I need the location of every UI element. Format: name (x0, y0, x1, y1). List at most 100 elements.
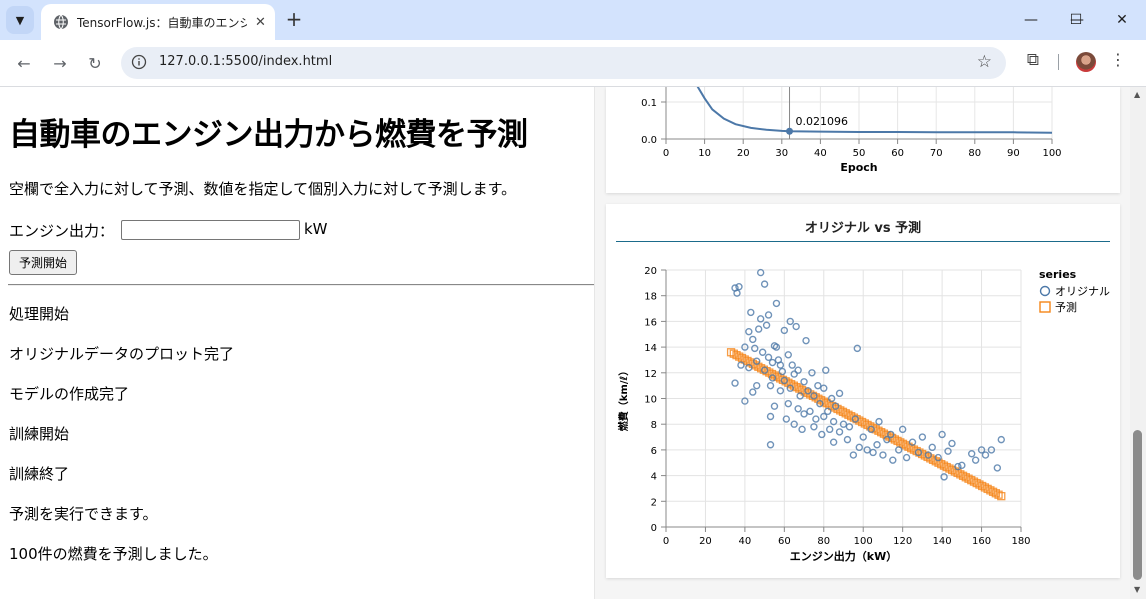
original-point (758, 348, 767, 356)
original-point (764, 311, 773, 319)
toolbar-separator (1058, 54, 1059, 70)
scatter-y-tick-label: 6 (651, 446, 657, 457)
original-point (944, 447, 952, 455)
extensions-puzzle-icon[interactable]: ⧉ (1022, 50, 1044, 72)
scrollbar-thumb[interactable] (1133, 430, 1142, 580)
original-point (731, 379, 739, 387)
scatter-x-tick-label: 0 (663, 536, 669, 547)
page-description: 空欄で全入力に対して予測、数値を指定して個別入力に対して予測します。 (9, 180, 517, 198)
scatter-y-tick-label: 20 (644, 266, 657, 277)
log-line: モデルの作成完了 (9, 385, 130, 403)
log-line: 予測を実行できます。 (9, 505, 158, 523)
loss-x-tick-label: 80 (968, 148, 981, 159)
scatter-x-tick-label: 100 (854, 536, 873, 547)
engine-output-input[interactable] (121, 220, 300, 240)
bookmark-star-icon[interactable]: ☆ (977, 52, 992, 72)
globe-icon (54, 14, 68, 30)
original-point (835, 389, 844, 398)
scatter-x-tick-label: 140 (933, 536, 952, 547)
close-icon[interactable]: ✕ (255, 15, 266, 30)
original-point (798, 425, 806, 434)
loss-tooltip-point (786, 127, 794, 135)
scatter-y-tick-label: 18 (644, 292, 657, 303)
chevron-down-icon: ▼ (15, 13, 25, 27)
original-point (788, 361, 796, 369)
info-icon[interactable] (131, 54, 147, 70)
tab-title: TensorFlow.js：自動車のエンジン (77, 15, 247, 30)
new-tab-button[interactable]: + (283, 8, 305, 30)
loss-x-tick-label: 30 (775, 148, 788, 159)
engine-output-label: エンジン出力： (9, 222, 115, 240)
loss-x-tick-label: 70 (930, 148, 943, 159)
profile-avatar[interactable] (1076, 52, 1096, 72)
scatter-y-axis-title: 燃費（km/ℓ） (617, 366, 630, 431)
original-point (802, 336, 810, 345)
scatter-x-tick-label: 80 (817, 536, 830, 547)
original-point (981, 451, 990, 459)
legend-title: series (1039, 268, 1077, 281)
original-point (993, 464, 1002, 472)
original-point (762, 321, 771, 329)
original-point (792, 322, 800, 331)
original-point (800, 378, 808, 386)
original-point (889, 456, 897, 464)
page-scrollbar[interactable]: ▲ ▼ (1130, 87, 1146, 599)
scatter-x-tick-label: 120 (893, 536, 912, 547)
page-title: 自動車のエンジン出力から燃費を予測 (9, 117, 528, 153)
scatter-x-tick-label: 180 (1011, 536, 1030, 547)
original-point (749, 335, 757, 344)
original-point (997, 435, 1005, 444)
loss-x-tick-label: 0 (663, 148, 669, 159)
close-window-button[interactable]: ✕ (1099, 0, 1145, 40)
original-point (768, 358, 777, 367)
legend-original-label: オリジナル (1055, 285, 1110, 298)
scroll-up-arrow-icon[interactable]: ▲ (1134, 90, 1140, 99)
scatter-y-tick-label: 4 (651, 472, 657, 483)
original-point (772, 299, 781, 308)
scroll-down-arrow-icon[interactable]: ▼ (1134, 585, 1140, 594)
legend-prediction-symbol (1039, 301, 1051, 313)
original-point (849, 451, 858, 459)
original-point (753, 381, 761, 390)
original-point (745, 327, 753, 336)
log-line: 100件の燃費を予測しました。 (9, 545, 218, 563)
legend-prediction-label: 予測 (1055, 300, 1077, 314)
forward-arrow-icon[interactable]: → (48, 51, 72, 75)
original-point (806, 407, 814, 416)
predict-start-button[interactable]: 予測開始 (9, 250, 77, 275)
original-point (918, 433, 927, 441)
original-point (812, 415, 820, 423)
scatter-x-tick-label: 40 (739, 536, 752, 547)
back-arrow-icon[interactable]: ← (12, 51, 36, 75)
original-point (948, 439, 956, 448)
original-point (766, 412, 775, 421)
original-point (766, 381, 775, 390)
original-point (749, 388, 757, 396)
scatter-x-tick-label: 160 (972, 536, 991, 547)
original-point (760, 280, 769, 288)
loss-line (696, 87, 1053, 134)
menu-kebab-icon[interactable]: ⋮ (1110, 50, 1126, 69)
original-point (967, 450, 976, 458)
browser-tab[interactable]: TensorFlow.js：自動車のエンジン ✕ (41, 4, 275, 40)
original-point (735, 283, 743, 291)
original-point (751, 344, 759, 353)
scatter-y-tick-label: 14 (644, 343, 657, 354)
scatter-y-tick-label: 0 (651, 523, 657, 534)
log-line: 訓練開始 (9, 425, 70, 443)
scatter-chart-card: オリジナル vs 予測 0 20 40 60 80 100 120 140 160 180 0 2 4 6… (606, 204, 1120, 578)
scatter-y-tick-label: 16 (644, 317, 657, 328)
log-line: 訓練終了 (9, 465, 70, 483)
original-point (829, 438, 838, 446)
scatter-x-tick-label: 60 (778, 536, 791, 547)
divider (8, 284, 594, 286)
scatter-x-axis-title: エンジン出力（kW） (790, 549, 897, 563)
scatter-y-tick-label: 8 (651, 420, 657, 431)
original-point (800, 410, 808, 418)
address-bar[interactable]: 127.0.0.1:5500/index.html ☆ (121, 47, 1006, 79)
minimize-button-alt[interactable]: — (1008, 0, 1054, 40)
maximize-button[interactable]: ☐ (1053, 0, 1099, 40)
original-point (770, 402, 779, 410)
reload-icon[interactable]: ↻ (83, 51, 107, 75)
tab-search-button[interactable]: ▼ (6, 6, 34, 34)
